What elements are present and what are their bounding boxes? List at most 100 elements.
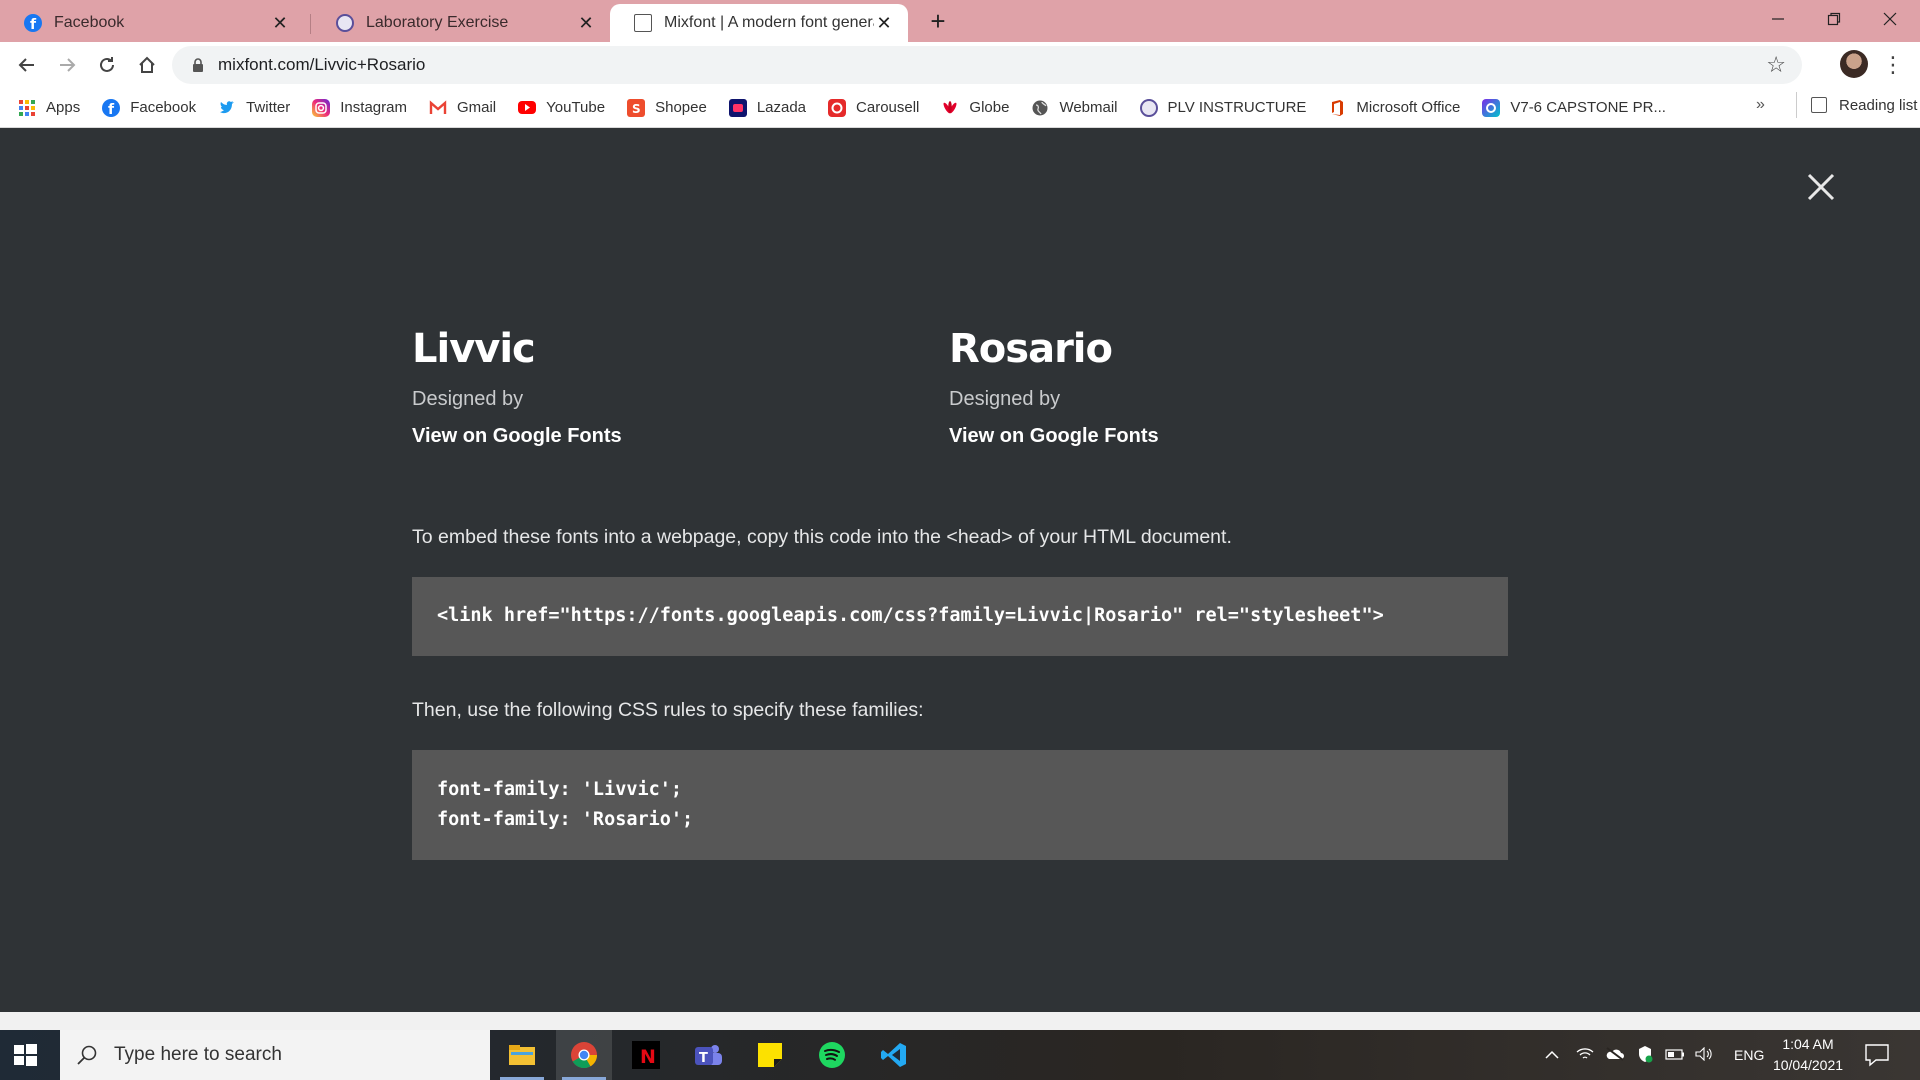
bookmark-gmail[interactable]: Gmail — [429, 99, 496, 117]
tab-laboratory-exercise[interactable]: Laboratory Exercise ✕ — [312, 4, 610, 42]
battery-icon[interactable] — [1660, 1047, 1690, 1063]
home-icon[interactable] — [132, 50, 162, 80]
bookmark-twitter[interactable]: Twitter — [218, 99, 290, 117]
menu-kebab-icon[interactable]: ⋮ — [1882, 50, 1904, 80]
windows-start-icon[interactable] — [12, 1042, 38, 1068]
close-tab-icon[interactable]: ✕ — [874, 13, 894, 34]
taskbar-teams[interactable]: T — [680, 1030, 736, 1080]
close-tab-icon[interactable]: ✕ — [270, 13, 290, 34]
bookmarks-bar: Apps f Facebook Twitter Instagram Gmail … — [0, 88, 1920, 128]
browser-tab-strip: f Facebook ✕ Laboratory Exercise ✕ Mixfo… — [0, 0, 1920, 42]
svg-text:T: T — [699, 1051, 708, 1066]
youtube-icon — [518, 101, 537, 114]
reading-list-label: Reading list — [1839, 96, 1918, 114]
clock-time: 1:04 AM — [1782, 1036, 1834, 1052]
taskbar-netflix[interactable]: N — [618, 1030, 674, 1080]
url-text[interactable]: mixfont.com/Livvic+Rosario — [218, 55, 425, 75]
taskbar-vscode[interactable] — [866, 1030, 922, 1080]
mixfont-overlay: Livvic Designed by View on Google Fonts … — [0, 128, 1920, 1012]
bookmark-globe[interactable]: Globe — [941, 99, 1009, 117]
notification-center-icon[interactable] — [1864, 1043, 1890, 1067]
bookmark-microsoft-office[interactable]: Microsoft Office — [1328, 99, 1460, 117]
taskbar-clock[interactable]: 1:04 AM 10/04/2021 — [1762, 1034, 1854, 1076]
bookmark-capstone[interactable]: V7-6 CAPSTONE PR... — [1482, 98, 1666, 117]
volume-icon[interactable] — [1690, 1046, 1720, 1064]
tab-title: Mixfont | A modern font generat — [664, 14, 874, 31]
google-fonts-link[interactable]: View on Google Fonts — [412, 425, 622, 448]
bookmark-plv-instructure[interactable]: PLV INSTRUCTURE — [1139, 98, 1306, 117]
google-fonts-link[interactable]: View on Google Fonts — [949, 425, 1159, 448]
tab-divider — [310, 14, 311, 34]
facebook-icon: f — [102, 98, 121, 118]
bookmark-youtube[interactable]: YouTube — [518, 99, 605, 116]
new-tab-button[interactable]: + — [922, 6, 954, 38]
font-name: Livvic — [412, 326, 536, 372]
chrome-icon — [571, 1042, 598, 1069]
taskbar-sticky-notes[interactable] — [742, 1030, 798, 1080]
minimize-icon[interactable] — [1750, 0, 1806, 38]
onedrive-offline-icon[interactable] — [1600, 1046, 1630, 1064]
security-shield-icon[interactable] — [1630, 1045, 1660, 1066]
bookmark-shopee[interactable]: S Shopee — [627, 98, 707, 117]
lock-icon[interactable] — [192, 58, 204, 72]
bookmark-label: Instagram — [340, 99, 407, 116]
taskbar-spotify[interactable] — [804, 1030, 860, 1080]
bookmark-instagram[interactable]: Instagram — [312, 98, 407, 117]
gmail-icon — [429, 99, 447, 117]
css-code-line: font-family: 'Rosario'; — [437, 809, 694, 830]
bookmark-carousell[interactable]: Carousell — [828, 98, 920, 117]
taskbar-chrome[interactable] — [556, 1030, 612, 1080]
embed-code-block[interactable]: <link href="https://fonts.googleapis.com… — [412, 577, 1508, 656]
address-bar[interactable]: mixfont.com/Livvic+Rosario ☆ — [172, 46, 1802, 84]
reading-list-button[interactable]: Reading list — [1796, 92, 1917, 118]
forward-arrow-icon[interactable] — [52, 50, 82, 80]
vscode-icon — [881, 1043, 906, 1067]
taskbar-file-explorer[interactable] — [494, 1030, 550, 1080]
bookmark-label: V7-6 CAPSTONE PR... — [1510, 99, 1666, 116]
more-bookmarks-chevron-icon[interactable]: » — [1756, 96, 1765, 114]
wifi-icon[interactable] — [1570, 1047, 1600, 1064]
css-instructions: Then, use the following CSS rules to spe… — [412, 699, 924, 721]
profile-avatar[interactable] — [1840, 50, 1868, 78]
bookmark-facebook[interactable]: f Facebook — [102, 98, 197, 118]
search-placeholder: Type here to search — [114, 1044, 282, 1065]
bookmark-label: Globe — [969, 99, 1010, 116]
back-arrow-icon[interactable] — [12, 50, 42, 80]
bookmark-label: Microsoft Office — [1356, 99, 1461, 116]
tab-mixfont[interactable]: Mixfont | A modern font generat ✕ — [610, 4, 908, 42]
browser-toolbar: mixfont.com/Livvic+Rosario ☆ ⋮ — [0, 42, 1920, 88]
tab-title: Laboratory Exercise — [366, 14, 509, 31]
bookmark-webmail[interactable]: Webmail — [1031, 99, 1118, 117]
language-indicator[interactable]: ENG — [1734, 1047, 1764, 1063]
clock-date: 10/04/2021 — [1772, 1057, 1844, 1073]
window-close-icon[interactable] — [1862, 0, 1918, 38]
font-name: Rosario — [949, 326, 1113, 372]
svg-text:S: S — [632, 102, 641, 116]
bookmark-label: Twitter — [246, 99, 291, 116]
close-tab-icon[interactable]: ✕ — [576, 13, 596, 34]
bookmark-label: Carousell — [856, 99, 920, 116]
plv-seal-icon — [336, 14, 354, 32]
twitter-icon — [218, 99, 236, 117]
embed-instructions: To embed these fonts into a webpage, cop… — [412, 526, 1232, 548]
windows-taskbar: Type here to search N T ENG 1:04 AM 10/0… — [0, 1030, 1920, 1080]
bookmark-lazada[interactable]: Lazada — [728, 98, 807, 117]
svg-text:f: f — [108, 102, 115, 117]
bookmark-star-icon[interactable]: ☆ — [1766, 52, 1786, 78]
bookmark-label: Facebook — [130, 99, 197, 116]
tab-facebook[interactable]: f Facebook ✕ — [0, 4, 304, 42]
reload-icon[interactable] — [92, 50, 122, 80]
css-code-block[interactable]: font-family: 'Livvic'; font-family: 'Ros… — [412, 750, 1508, 860]
font-card-livvic: Livvic Designed by View on Google Fonts — [412, 326, 622, 448]
bookmark-label: YouTube — [546, 99, 606, 116]
css-code-line: font-family: 'Livvic'; — [437, 779, 683, 800]
taskbar-search-box[interactable]: Type here to search — [60, 1030, 490, 1080]
bookmark-label: Lazada — [756, 99, 807, 116]
bookmark-apps[interactable]: Apps — [18, 99, 80, 117]
tab-title: Facebook — [54, 14, 125, 31]
close-overlay-icon[interactable] — [1804, 170, 1838, 204]
sticky-notes-icon — [758, 1043, 782, 1067]
chevron-up-icon[interactable] — [1540, 1047, 1564, 1063]
bookmark-label: Shopee — [655, 99, 707, 116]
restore-icon[interactable] — [1806, 0, 1862, 38]
